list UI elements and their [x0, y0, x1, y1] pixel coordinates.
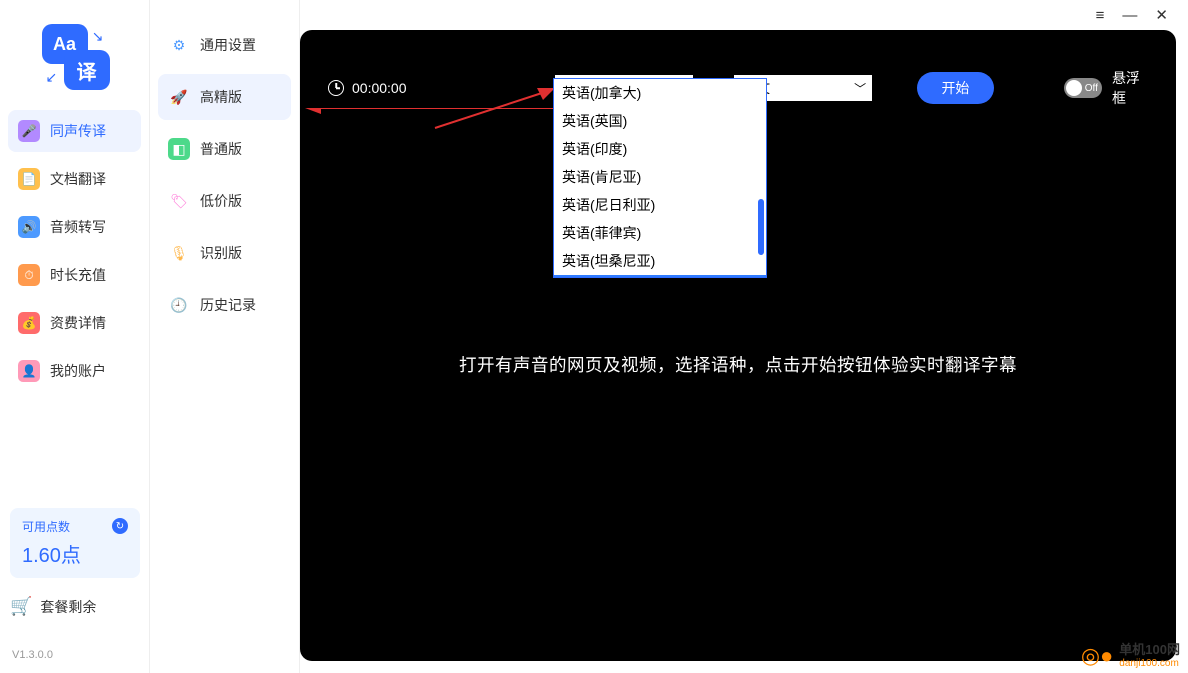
nav-label: 音频转写 — [50, 217, 106, 237]
account-icon: 👤 — [18, 360, 40, 382]
gear-icon: ⚙ — [168, 34, 190, 56]
nav2-normal[interactable]: ◧ 普通版 — [158, 126, 291, 172]
nav2-history[interactable]: 🕘 历史记录 — [158, 282, 291, 328]
nav2-label: 识别版 — [200, 243, 242, 263]
nav-pricing[interactable]: 💰 资费详情 — [8, 302, 141, 344]
nav-label: 同声传译 — [50, 121, 106, 141]
scrollbar-thumb[interactable] — [758, 199, 764, 255]
rocket-icon: 🚀 — [168, 86, 190, 108]
audio-icon: 🔊 — [18, 216, 40, 238]
nav-label: 我的账户 — [50, 361, 106, 381]
nav2-label: 普通版 — [200, 139, 242, 159]
toggle-knob — [1066, 80, 1082, 96]
float-window-toggle[interactable]: Off — [1064, 78, 1102, 98]
primary-sidebar: Aa 译 ↘ ↙ 🎤 同声传译 📄 文档翻译 🔊 音频转写 ⏱ 时长充值 💰 资… — [0, 0, 150, 673]
nav2-high-precision[interactable]: 🚀 高精版 — [158, 74, 291, 120]
watermark: ◎● 单机100网 danji100.com — [1081, 643, 1180, 669]
points-label-text: 可用点数 — [22, 518, 70, 535]
points-value: 1.60点 — [22, 539, 128, 568]
history-icon: 🕘 — [168, 294, 190, 316]
combo-label: 套餐剩余 — [40, 597, 96, 617]
version-text: V1.3.0.0 — [12, 649, 53, 661]
secondary-nav: ⚙ 通用设置 🚀 高精版 ◧ 普通版 🏷 低价版 🎙 识别版 🕘 历史记录 — [150, 22, 299, 328]
minimize-button[interactable]: — — [1122, 7, 1137, 24]
nav2-label: 通用设置 — [200, 35, 256, 55]
language-option[interactable]: 英语(菲律宾) — [554, 219, 766, 247]
language-option[interactable]: 英语(印度) — [554, 135, 766, 163]
timer-display: 00:00:00 — [328, 80, 407, 96]
nav2-label: 高精版 — [200, 87, 242, 107]
source-language-dropdown: 英语(加拿大)英语(英国)英语(印度)英语(肯尼亚)英语(尼日利亚)英语(菲律宾… — [553, 78, 767, 278]
chevron-down-icon: ﹀ — [854, 80, 866, 97]
nav2-low-cost[interactable]: 🏷 低价版 — [158, 178, 291, 224]
instruction-text: 打开有声音的网页及视频，选择语种，点击开始按钮体验实时翻译字幕 — [300, 352, 1176, 377]
language-option[interactable]: 英语(肯尼亚) — [554, 163, 766, 191]
nav-simultaneous-interpret[interactable]: 🎤 同声传译 — [8, 110, 141, 152]
nav-account[interactable]: 👤 我的账户 — [8, 350, 141, 392]
refresh-icon[interactable]: ↻ — [112, 518, 128, 534]
nav-label: 时长充值 — [50, 265, 106, 285]
document-icon: 📄 — [18, 168, 40, 190]
nav-label: 文档翻译 — [50, 169, 106, 189]
watermark-url: danji100.com — [1119, 658, 1180, 669]
nav-recharge[interactable]: ⏱ 时长充值 — [8, 254, 141, 296]
secondary-sidebar: ⚙ 通用设置 🚀 高精版 ◧ 普通版 🏷 低价版 🎙 识别版 🕘 历史记录 — [150, 0, 300, 673]
nav2-recognition[interactable]: 🎙 识别版 — [158, 230, 291, 276]
start-button[interactable]: 开始 — [917, 72, 994, 104]
logo-arrow-icon: ↘ — [92, 28, 104, 45]
tag-icon: 🏷 — [168, 190, 190, 212]
float-window-label: 悬浮框 — [1112, 68, 1152, 108]
nav-audio-transcribe[interactable]: 🔊 音频转写 — [8, 206, 141, 248]
nav-label: 资费详情 — [50, 313, 106, 333]
clock-icon: ⏱ — [18, 264, 40, 286]
language-option[interactable]: 英语(尼日利亚) — [554, 191, 766, 219]
combo-remaining[interactable]: 🛒 套餐剩余 — [10, 596, 96, 617]
app-logo: Aa 译 ↘ ↙ — [40, 22, 110, 92]
primary-nav: 🎤 同声传译 📄 文档翻译 🔊 音频转写 ⏱ 时长充值 💰 资费详情 👤 我的账… — [0, 110, 149, 392]
pricing-icon: 💰 — [18, 312, 40, 334]
cart-icon: 🛒 — [10, 596, 32, 617]
logo-arrow-icon: ↙ — [46, 69, 58, 86]
points-card: 可用点数 ↻ 1.60点 — [10, 508, 140, 578]
timer-value: 00:00:00 — [352, 80, 407, 96]
mic-icon: 🎙 — [168, 242, 190, 264]
normal-icon: ◧ — [168, 138, 190, 160]
language-option[interactable]: 英语(英国) — [554, 107, 766, 135]
logo-translate-icon: 译 — [64, 50, 110, 90]
interpret-icon: 🎤 — [18, 120, 40, 142]
alarm-icon — [328, 80, 344, 96]
menu-icon[interactable]: ≡ — [1096, 7, 1105, 24]
close-button[interactable]: ✕ — [1155, 6, 1168, 24]
nav2-label: 低价版 — [200, 191, 242, 211]
nav-document-translate[interactable]: 📄 文档翻译 — [8, 158, 141, 200]
language-option[interactable]: 英语(加拿大) — [554, 79, 766, 107]
watermark-title: 单机100网 — [1119, 643, 1180, 657]
nav2-label: 历史记录 — [200, 295, 256, 315]
language-option[interactable]: 英语(坦桑尼亚) — [554, 247, 766, 275]
toggle-state-text: Off — [1085, 83, 1098, 94]
watermark-logo-icon: ◎● — [1081, 643, 1113, 669]
language-option[interactable]: 英语(美国) — [554, 275, 766, 277]
nav2-general-settings[interactable]: ⚙ 通用设置 — [158, 22, 291, 68]
